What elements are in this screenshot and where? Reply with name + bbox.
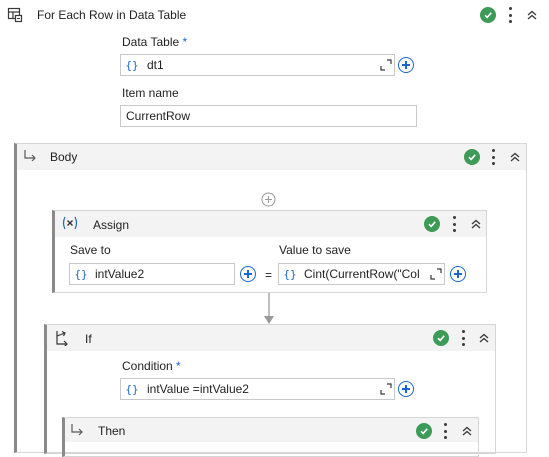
more-options-icon[interactable] [490,149,496,165]
body-header[interactable] [17,144,526,170]
add-activity-icon[interactable] [261,192,276,207]
validation-check-icon [424,216,440,232]
value-to-save-field[interactable]: {} Cint(CurrentRow("Col [278,263,445,285]
save-to-field[interactable]: {} intValue2 [69,263,235,285]
assign-title: Assign [93,218,130,232]
data-table-label-text: Data Table [122,35,180,49]
more-options-icon[interactable] [442,423,448,439]
assign-icon [61,216,79,230]
for-each-row-icon [7,7,23,23]
brace-variable-icon: {} [125,382,139,396]
condition-label-text: Condition [122,359,173,373]
validation-check-icon [480,7,496,23]
item-name-label: Item name [122,86,179,100]
if-header[interactable] [47,325,495,351]
add-icon[interactable] [398,381,414,397]
value-to-save-label: Value to save [279,243,351,257]
then-sequence-icon [70,423,84,437]
item-name-field[interactable]: CurrentRow [120,105,417,127]
more-options-icon[interactable] [451,216,457,232]
condition-label: Condition * [122,359,181,373]
item-name-value: CurrentRow [126,109,191,123]
required-mark: * [182,35,188,49]
condition-field[interactable]: {} intValue =intValue2 [120,378,395,400]
validation-check-icon [464,149,480,165]
condition-value: intValue =intValue2 [147,382,249,396]
add-icon[interactable] [240,266,256,282]
save-to-label: Save to [70,243,111,257]
expand-editor-icon[interactable] [378,57,394,73]
brace-variable-icon: {} [125,58,139,72]
more-options-icon[interactable] [507,7,513,23]
data-table-field[interactable]: {} dt1 [120,54,395,76]
add-icon[interactable] [450,266,466,282]
then-title: Then [98,424,126,438]
data-table-value: dt1 [147,58,164,72]
collapse-icon[interactable] [508,150,522,164]
save-to-value: intValue2 [95,267,145,281]
collapse-icon[interactable] [525,8,539,22]
equals-sign: = [265,268,273,282]
data-table-label: Data Table * [122,35,187,49]
body-sequence-icon [23,149,37,163]
expand-editor-icon[interactable] [428,266,444,282]
foreach-title: For Each Row in Data Table [37,8,187,22]
collapse-icon[interactable] [460,424,474,438]
if-icon [53,330,71,348]
required-mark: * [176,359,181,373]
more-options-icon[interactable] [460,330,466,346]
brace-variable-icon: {} [283,267,297,281]
foreach-header[interactable]: For Each Row in Data Table [0,0,549,30]
flow-connector-arrow [262,293,276,325]
brace-variable-icon: {} [74,267,88,281]
validation-check-icon [416,423,432,439]
expand-editor-icon[interactable] [378,381,394,397]
collapse-icon[interactable] [469,217,483,231]
add-icon[interactable] [398,57,414,73]
if-title: If [85,332,92,346]
validation-check-icon [433,330,449,346]
body-title: Body [50,150,78,164]
collapse-icon[interactable] [477,331,491,345]
value-to-save-value: Cint(CurrentRow("Col [304,267,420,281]
